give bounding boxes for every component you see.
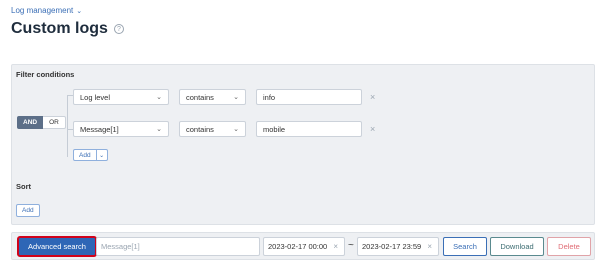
- condition-field-value: Log level: [80, 92, 111, 102]
- chevron-down-icon: ⌄: [233, 126, 239, 133]
- condition-field-select[interactable]: Log level ⌄: [73, 89, 169, 105]
- help-icon[interactable]: ?: [113, 24, 124, 34]
- remove-condition-icon[interactable]: ×: [370, 92, 375, 102]
- condition-value-input[interactable]: mobile: [256, 121, 362, 137]
- advanced-search-button[interactable]: Advanced search: [17, 236, 97, 257]
- chevron-down-icon: ⌄: [156, 126, 162, 133]
- download-button[interactable]: Download: [490, 237, 544, 256]
- chevron-down-icon: ⌄: [233, 94, 239, 101]
- condition-operator-select[interactable]: contains ⌄: [179, 121, 246, 137]
- clear-icon[interactable]: ×: [427, 242, 432, 251]
- add-condition-button[interactable]: Add: [73, 149, 97, 161]
- chevron-down-icon[interactable]: ⌄: [76, 7, 82, 15]
- condition-value-input[interactable]: info: [256, 89, 362, 105]
- clear-icon[interactable]: ×: [333, 242, 338, 251]
- filter-panel: Filter conditions AND OR Log level ⌄ con…: [11, 64, 595, 225]
- date-to-input[interactable]: 2023-02-17 23:59 ×: [357, 237, 439, 256]
- breadcrumb-label[interactable]: Log management: [11, 6, 73, 15]
- search-bar: Advanced search Message[1] 2023-02-17 00…: [11, 232, 595, 260]
- date-to-value: 2023-02-17 23:59: [362, 242, 422, 251]
- add-sort-button[interactable]: Add: [16, 204, 40, 217]
- remove-condition-icon[interactable]: ×: [370, 124, 375, 134]
- date-from-input[interactable]: 2023-02-17 00:00 ×: [263, 237, 345, 256]
- range-separator: ~: [348, 240, 354, 251]
- message-search-input[interactable]: Message[1]: [96, 237, 260, 256]
- add-condition-group: Add ⌄: [73, 149, 108, 161]
- chevron-down-icon: ⌄: [156, 94, 162, 101]
- sort-heading: Sort: [16, 182, 31, 191]
- filter-heading: Filter conditions: [16, 70, 75, 79]
- page-title-text: Custom logs: [11, 20, 108, 37]
- search-button[interactable]: Search: [443, 237, 487, 256]
- condition-field-value: Message[1]: [80, 124, 119, 134]
- condition-operator-select[interactable]: contains ⌄: [179, 89, 246, 105]
- and-button[interactable]: AND: [17, 116, 44, 129]
- logic-toggle[interactable]: AND OR: [17, 116, 66, 129]
- date-from-value: 2023-02-17 00:00: [268, 242, 328, 251]
- condition-operator-value: contains: [186, 124, 214, 134]
- condition-field-select[interactable]: Message[1] ⌄: [73, 121, 169, 137]
- condition-operator-value: contains: [186, 92, 214, 102]
- chevron-down-icon[interactable]: ⌄: [96, 149, 108, 161]
- or-button[interactable]: OR: [43, 116, 66, 129]
- breadcrumb[interactable]: Log management ⌄: [11, 6, 82, 15]
- page-title: Custom logs ?: [11, 20, 124, 38]
- delete-button[interactable]: Delete: [547, 237, 591, 256]
